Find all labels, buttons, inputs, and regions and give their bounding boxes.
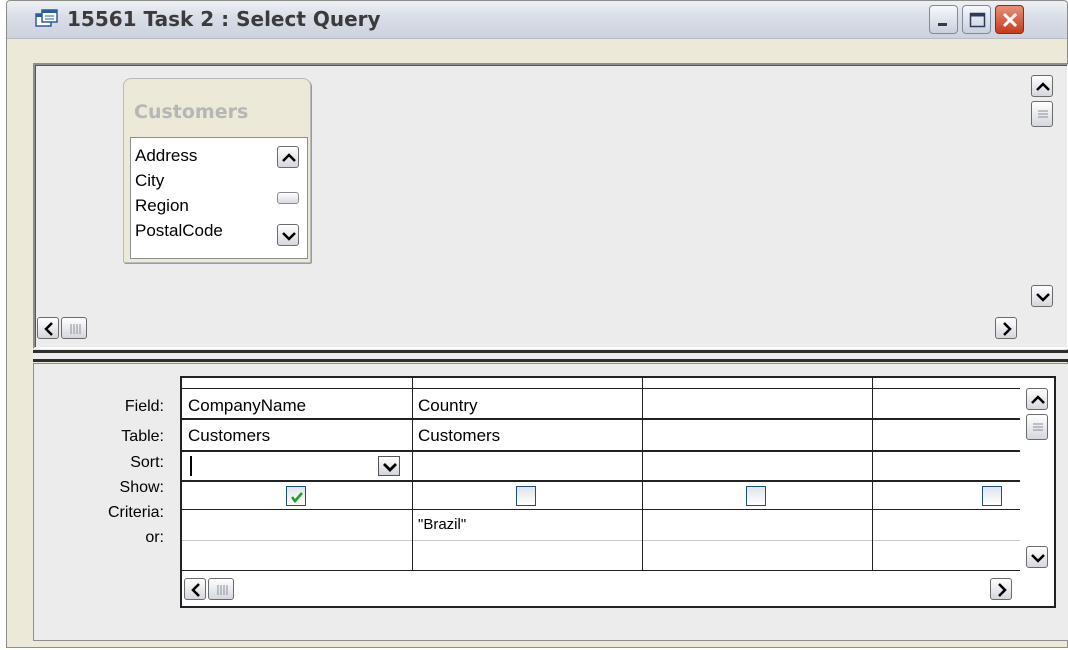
chevron-down-icon <box>383 463 397 472</box>
design-pane-scroll-right-button[interactable] <box>995 317 1017 339</box>
grid-cell-field[interactable]: Country <box>418 396 478 416</box>
field-list-item[interactable]: Address <box>135 146 197 166</box>
chevron-left-icon <box>191 583 200 597</box>
minimize-icon <box>938 23 947 26</box>
design-pane-hscroll-thumb[interactable] <box>61 317 87 339</box>
row-label-show: Show: <box>119 479 164 496</box>
close-button[interactable] <box>995 5 1024 34</box>
query-window: 15561 Task 2 : Select Query Customers Ad… <box>6 0 1068 648</box>
field-list-scroll-up-button[interactable] <box>277 146 299 168</box>
grid-scroll-up-button[interactable] <box>1026 388 1048 410</box>
grip-icon <box>217 585 228 595</box>
grip-icon <box>1033 423 1043 431</box>
field-list-scroll-thumb[interactable] <box>277 192 299 204</box>
chevron-down-icon <box>1036 293 1050 302</box>
show-checkbox[interactable] <box>982 486 1002 506</box>
chevron-right-icon <box>1003 322 1012 336</box>
chevron-down-icon <box>282 232 296 241</box>
row-label-sort: Sort: <box>130 454 164 471</box>
chevron-down-icon <box>1031 554 1045 563</box>
sort-dropdown-button[interactable] <box>378 456 400 476</box>
grip-icon <box>70 324 81 334</box>
design-pane-scroll-down-button[interactable] <box>1031 285 1053 307</box>
grip-icon <box>1038 110 1048 118</box>
chevron-left-icon <box>44 322 53 336</box>
grid-hscroll-thumb[interactable] <box>208 578 234 600</box>
row-label-field: Field: <box>124 398 164 415</box>
text-cursor <box>190 456 192 476</box>
design-pane-vscroll-thumb[interactable] <box>1031 101 1053 127</box>
checkmark-icon <box>290 492 303 504</box>
show-checkbox[interactable] <box>516 486 536 506</box>
row-label-criteria: Criteria: <box>107 504 164 521</box>
grid-scroll-right-button[interactable] <box>990 578 1012 600</box>
chevron-up-icon <box>282 153 296 162</box>
chevron-up-icon <box>1036 82 1050 91</box>
show-checkbox[interactable] <box>286 486 306 506</box>
table-design-pane[interactable]: Customers Address City Region PostalCode <box>33 63 1068 349</box>
customers-table-widget[interactable]: Customers Address City Region PostalCode <box>123 78 311 263</box>
grid-cell-criteria[interactable]: "Brazil" <box>418 516 466 533</box>
maximize-icon <box>969 12 986 28</box>
chevron-right-icon <box>998 583 1007 597</box>
table-caption: Customers <box>134 101 249 123</box>
query-grid-pane[interactable]: Field: Table: Sort: Show: Criteria: or: … <box>33 363 1068 641</box>
window-title: 15561 Task 2 : Select Query <box>67 7 381 31</box>
field-list[interactable]: Address City Region PostalCode <box>130 137 308 259</box>
show-checkbox[interactable] <box>746 486 766 506</box>
grid-scroll-down-button[interactable] <box>1026 546 1048 568</box>
row-label-or: or: <box>145 529 164 546</box>
title-bar[interactable]: 15561 Task 2 : Select Query <box>7 1 1067 39</box>
grid-cell-field[interactable]: CompanyName <box>188 396 306 416</box>
maximize-button[interactable] <box>962 5 991 34</box>
query-window-icon[interactable] <box>35 9 59 31</box>
field-list-item[interactable]: PostalCode <box>135 221 223 241</box>
close-icon <box>1002 12 1018 28</box>
field-list-item[interactable]: City <box>135 171 164 191</box>
chevron-up-icon <box>1031 395 1045 404</box>
design-pane-scroll-up-button[interactable] <box>1031 75 1053 97</box>
field-list-scroll-down-button[interactable] <box>277 224 299 246</box>
grid-scroll-left-button[interactable] <box>184 578 206 600</box>
design-pane-scroll-left-button[interactable] <box>37 317 59 339</box>
grid-vscroll-thumb[interactable] <box>1026 414 1048 440</box>
grid-cell-table[interactable]: Customers <box>188 426 270 446</box>
pane-splitter[interactable] <box>33 350 1068 362</box>
grid-cell-table[interactable]: Customers <box>418 426 500 446</box>
minimize-button[interactable] <box>929 5 958 34</box>
row-label-table: Table: <box>121 428 164 445</box>
query-design-grid[interactable]: CompanyName Customers Country Customers <box>180 376 1056 608</box>
field-list-item[interactable]: Region <box>135 196 189 216</box>
